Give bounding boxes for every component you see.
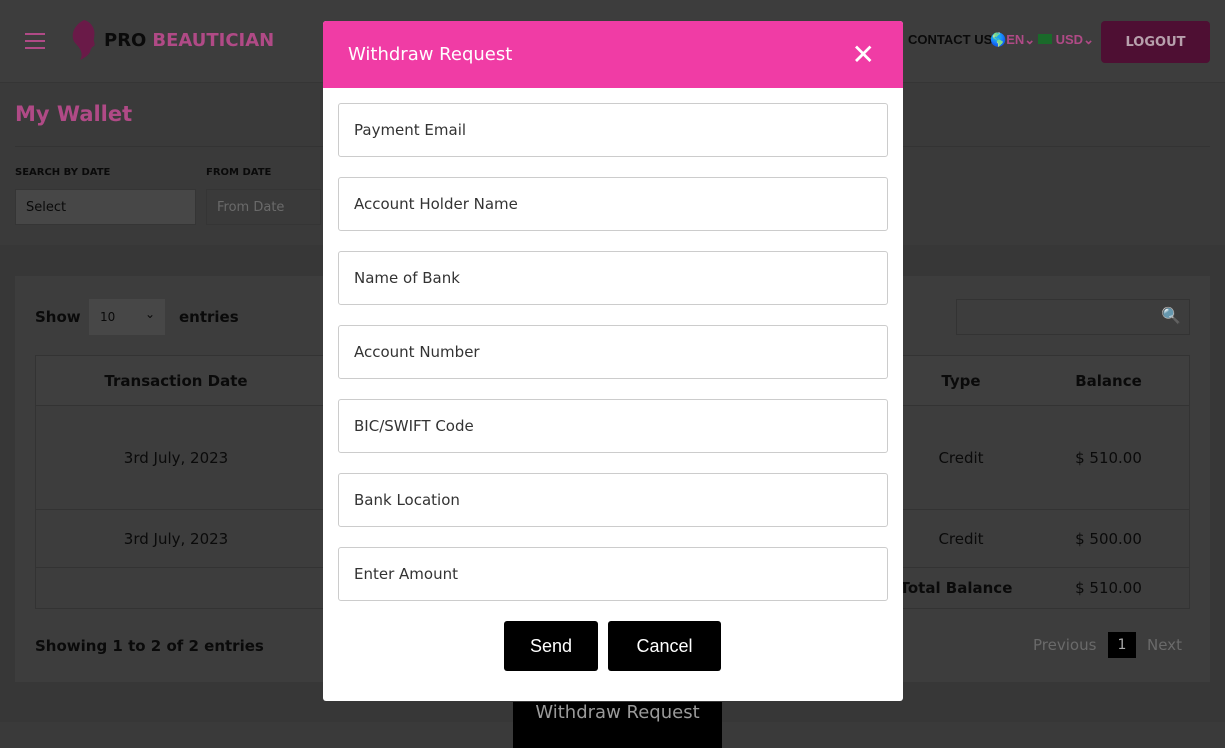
cell-date: 3rd July, 2023 (123, 448, 229, 467)
entries-label: entries (179, 308, 239, 326)
search-by-date-select[interactable]: Select (15, 189, 196, 225)
entries-select[interactable]: 10 ⌄ (89, 299, 165, 335)
entries-value: 10 (100, 310, 116, 324)
page-1[interactable]: 1 (1108, 632, 1136, 658)
logout-button[interactable]: LOGOUT (1101, 21, 1210, 63)
cell-balance: $ 510.00 (1075, 448, 1142, 467)
page-title: My Wallet (15, 102, 133, 126)
woman-silhouette-icon (72, 20, 95, 60)
payment-email-input[interactable] (338, 103, 888, 157)
language-value: EN (1006, 32, 1025, 47)
nav-contact-us[interactable]: CONTACT US (908, 32, 992, 47)
cell-type: Credit (938, 529, 984, 548)
chevron-down-icon: ⌄ (1024, 32, 1036, 47)
from-date-input[interactable]: From Date (206, 189, 321, 225)
chevron-down-icon: ⌄ (144, 307, 155, 321)
withdraw-request-button[interactable]: Withdraw Request (513, 702, 722, 748)
column-type: Type (941, 371, 981, 390)
swift-code-input[interactable] (338, 399, 888, 453)
modal-title: Withdraw Request (348, 44, 513, 65)
total-value: $ 510.00 (1075, 579, 1142, 597)
total-label: Total Balance (899, 579, 1013, 597)
previous-page[interactable]: Previous (1033, 636, 1096, 654)
column-balance: Balance (1075, 371, 1142, 390)
brand-name: BEAUTICIAN (152, 29, 275, 51)
search-icon[interactable]: 🔍 (1161, 306, 1181, 325)
currency-value: USD (1055, 32, 1084, 47)
amount-input[interactable] (338, 547, 888, 601)
account-number-input[interactable] (338, 325, 888, 379)
flag-icon (1038, 34, 1052, 44)
close-icon[interactable]: ✕ (852, 38, 875, 71)
column-transaction-date: Transaction Date (104, 371, 248, 390)
table-info: Showing 1 to 2 of 2 entries (35, 637, 264, 655)
from-date-label: FROM DATE (206, 167, 272, 178)
globe-icon: 🌎 (990, 32, 1007, 47)
cell-balance: $ 500.00 (1075, 529, 1142, 548)
menu-icon[interactable] (25, 33, 45, 49)
account-holder-name-input[interactable] (338, 177, 888, 231)
cell-date: 3rd July, 2023 (123, 529, 229, 548)
language-select[interactable]: 🌎EN⌄ (990, 32, 1035, 48)
cancel-button[interactable]: Cancel (608, 621, 721, 671)
search-by-date-label: SEARCH BY DATE (15, 167, 111, 178)
modal-header: Withdraw Request ✕ (323, 21, 903, 88)
show-label: Show (35, 308, 81, 326)
withdraw-modal: Withdraw Request ✕ Send Cancel (323, 21, 903, 701)
search-input[interactable]: 🔍 (956, 299, 1190, 335)
cell-type: Credit (938, 448, 984, 467)
bank-name-input[interactable] (338, 251, 888, 305)
chevron-down-icon: ⌄ (1083, 32, 1094, 47)
logo[interactable]: PRO BEAUTICIAN (66, 18, 274, 62)
bank-location-input[interactable] (338, 473, 888, 527)
currency-select[interactable]: USD⌄ (1038, 32, 1094, 48)
brand-pro: PRO (104, 29, 147, 51)
send-button[interactable]: Send (504, 621, 598, 671)
next-page[interactable]: Next (1147, 636, 1182, 654)
